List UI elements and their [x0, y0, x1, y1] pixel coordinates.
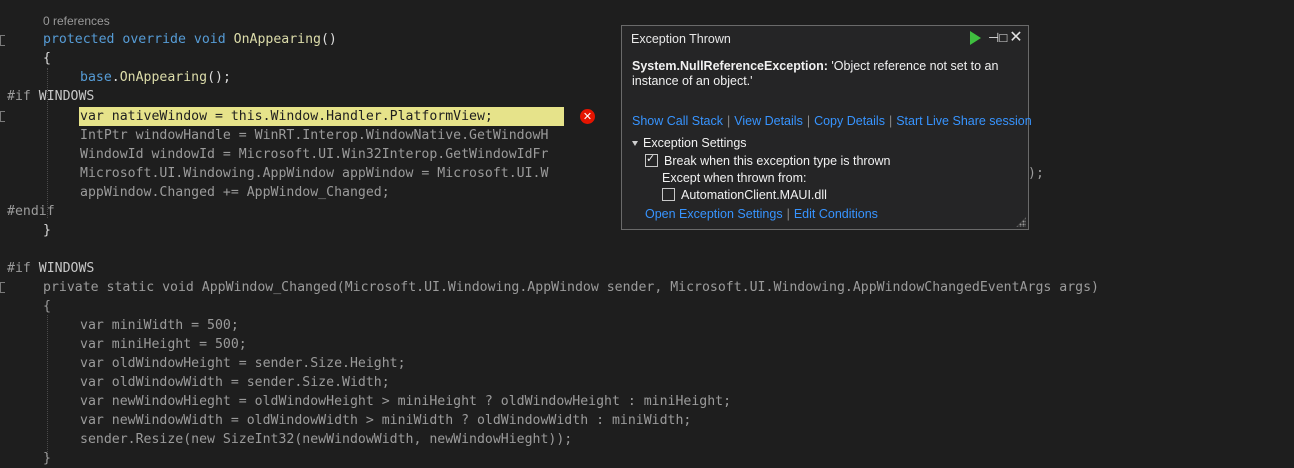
code-line: base.OnAppearing(); — [80, 70, 231, 85]
exception-popup: Exception Thrown ⊣□ ✕ System.NullReferen… — [621, 25, 1032, 230]
code-line-tail: ); — [1028, 166, 1044, 181]
module-label: AutomationClient.MAUI.dll — [681, 188, 827, 202]
exception-settings-label: Exception Settings — [643, 136, 747, 150]
code-line: appWindow.Changed += AppWindow_Changed; — [80, 185, 390, 200]
except-when-label: Except when thrown from: — [662, 171, 807, 185]
code-line: } — [43, 451, 51, 466]
copy-details-link[interactable]: Copy Details — [814, 114, 885, 128]
code-line: var newWindowWidth = oldWindowWidth > mi… — [80, 413, 692, 428]
pin-icon[interactable]: ⊣□ — [988, 30, 1007, 46]
preprocessor-line: #if WINDOWS — [7, 261, 95, 276]
link-separator: | — [727, 114, 731, 128]
code-line: var miniHeight = 500; — [80, 337, 247, 352]
link-separator: | — [786, 207, 790, 221]
fold-marker[interactable] — [0, 282, 5, 293]
preprocessor-line: #endif — [7, 204, 55, 219]
resize-grip-icon[interactable] — [1016, 217, 1026, 227]
live-share-link[interactable]: Start Live Share session — [896, 114, 1032, 128]
fold-marker[interactable] — [0, 35, 5, 46]
open-exception-settings-link[interactable]: Open Exception Settings — [645, 207, 783, 221]
code-line: protected override void OnAppearing() — [43, 32, 337, 47]
view-details-link[interactable]: View Details — [734, 114, 803, 128]
error-icon[interactable]: ✕ — [580, 109, 595, 124]
exception-settings-header[interactable]: Exception Settings — [632, 136, 747, 150]
module-checkbox[interactable] — [662, 188, 675, 201]
exception-message: System.NullReferenceException: 'Object r… — [632, 59, 1017, 89]
exception-type: System.NullReferenceException: — [632, 59, 828, 73]
close-icon[interactable]: ✕ — [1008, 30, 1024, 46]
fold-marker[interactable] — [0, 111, 5, 122]
collapse-triangle-icon[interactable] — [632, 141, 638, 147]
codelens-references[interactable]: 0 references — [43, 14, 110, 28]
code-line: var miniWidth = 500; — [80, 318, 239, 333]
action-links: Show Call Stack | View Details | Copy Detail… — [632, 114, 1032, 128]
code-line: private static void AppWindow_Changed(Mi… — [43, 280, 1099, 295]
popup-title: Exception Thrown — [631, 32, 731, 46]
link-separator: | — [888, 114, 893, 128]
link-separator: | — [806, 114, 811, 128]
bottom-links: Open Exception Settings | Edit Conditions — [645, 207, 878, 221]
code-line-current: var nativeWindow = this.Window.Handler.P… — [80, 109, 493, 124]
code-line: sender.Resize(new SizeInt32(newWindowWid… — [80, 432, 573, 447]
code-line: { — [43, 51, 51, 66]
code-line: WindowId windowId = Microsoft.UI.Win32In… — [80, 147, 549, 162]
break-when-thrown-checkbox[interactable] — [645, 152, 658, 167]
code-line: var oldWindowWidth = sender.Size.Width; — [80, 375, 390, 390]
code-line: } — [43, 223, 51, 238]
code-line: Microsoft.UI.Windowing.AppWindow appWind… — [80, 166, 549, 181]
module-row[interactable]: AutomationClient.MAUI.dll — [662, 188, 827, 202]
preprocessor-line: #if WINDOWS — [7, 89, 95, 104]
break-when-thrown-row[interactable]: Break when this exception type is thrown — [645, 152, 891, 168]
indent-guide — [47, 315, 48, 460]
break-when-thrown-label: Break when this exception type is thrown — [664, 154, 891, 168]
code-line: { — [43, 299, 51, 314]
edit-conditions-link[interactable]: Edit Conditions — [794, 207, 878, 221]
code-line: var newWindowHieght = oldWindowHeight > … — [80, 394, 732, 409]
continue-play-icon[interactable] — [970, 31, 981, 45]
code-line: var oldWindowHeight = sender.Size.Height… — [80, 356, 406, 371]
show-call-stack-link[interactable]: Show Call Stack — [632, 114, 723, 128]
code-line: IntPtr windowHandle = WinRT.Interop.Wind… — [80, 128, 549, 143]
